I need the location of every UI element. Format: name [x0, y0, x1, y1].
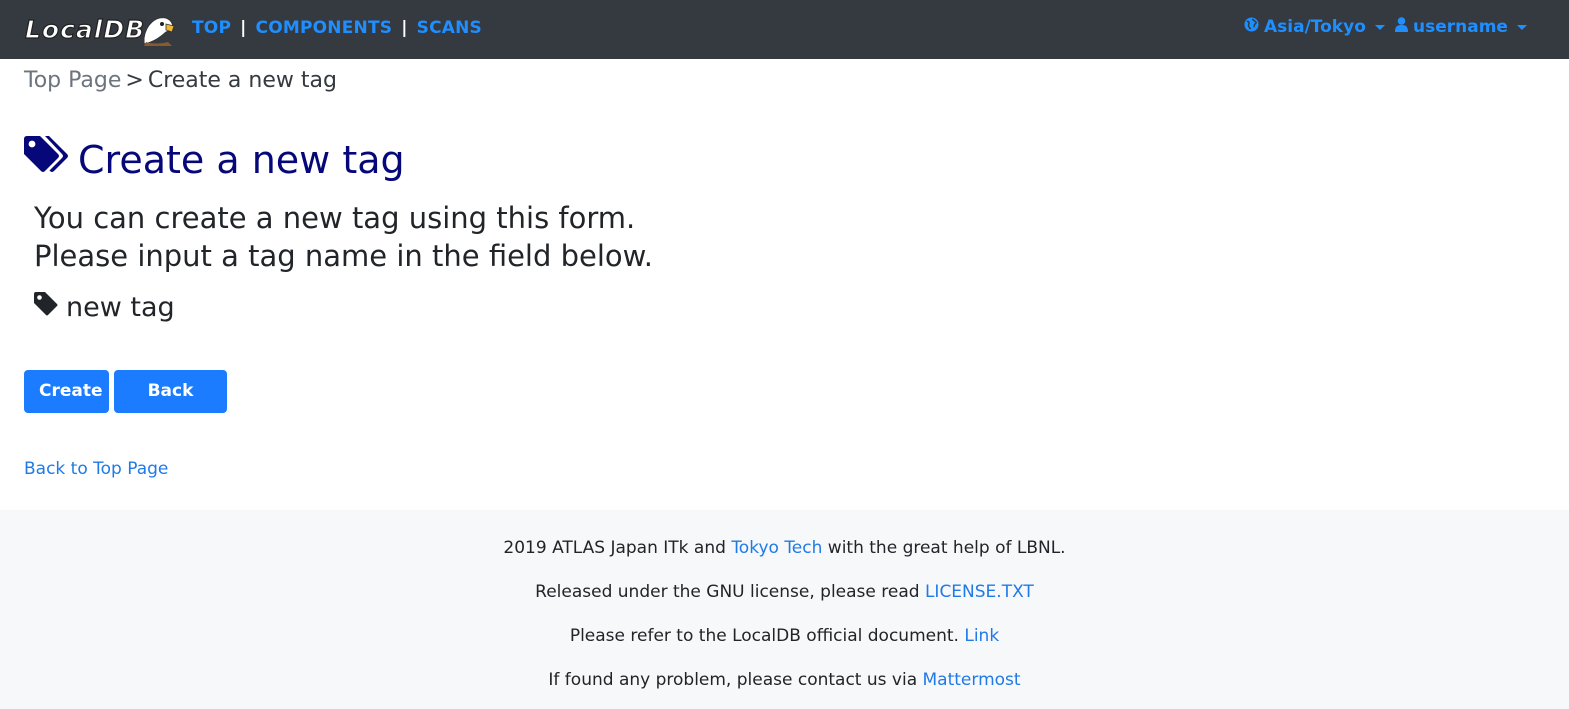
tag-name-value[interactable]: new tag [66, 292, 175, 323]
description-line: Please input a tag name in the field bel… [34, 239, 653, 273]
breadcrumb-top-page-link[interactable]: Top Page [24, 68, 121, 93]
timezone-dropdown[interactable]: Asia/Tokyo [1244, 17, 1385, 37]
footer-docs: Please refer to the LocalDB official doc… [0, 626, 1569, 646]
description-line: You can create a new tag using this form… [34, 201, 636, 235]
docs-link[interactable]: Link [964, 626, 999, 646]
nav-components-link[interactable]: COMPONENTS [256, 18, 393, 38]
chevron-down-icon [1516, 24, 1527, 30]
main-nav: TOP | COMPONENTS | SCANS [192, 18, 482, 38]
navbar: LocalDB TOP | COMPONENTS | SCANS Asia/Tokyo [0, 0, 1569, 59]
footer-contact: If found any problem, please contact us … [0, 670, 1569, 690]
svg-text:LocalDB: LocalDB [25, 15, 145, 44]
description: You can create a new tag using this form… [34, 199, 653, 275]
user-dropdown[interactable]: username [1395, 17, 1527, 37]
tags-icon [24, 136, 78, 183]
tag-icon [34, 292, 66, 323]
footer-text: 2019 ATLAS Japan ITk and [503, 538, 732, 558]
footer-text: Released under the GNU license, please r… [535, 582, 925, 602]
back-page-button[interactable]: Back page [114, 370, 227, 444]
tag-name-field[interactable]: new tag [34, 292, 175, 323]
user-icon [1395, 17, 1413, 37]
mattermost-link[interactable]: Mattermost [923, 670, 1021, 690]
breadcrumb-separator: > [125, 68, 144, 93]
footer: 2019 ATLAS Japan ITk and Tokyo Tech with… [0, 510, 1569, 709]
create-button[interactable]: Create [24, 370, 109, 413]
footer-text: with the great help of LBNL. [822, 538, 1066, 558]
license-link[interactable]: LICENSE.TXT [925, 582, 1034, 602]
nav-top-link[interactable]: TOP [192, 18, 231, 38]
localdb-logo[interactable]: LocalDB [24, 12, 175, 46]
page-title: Create a new tag [24, 136, 405, 183]
page-title-text: Create a new tag [78, 137, 405, 182]
breadcrumb: Top Page > Create a new tag [24, 68, 337, 93]
footer-license: Released under the GNU license, please r… [0, 582, 1569, 602]
back-to-top-page-link[interactable]: Back to Top Page [24, 459, 168, 479]
footer-text: If found any problem, please contact us … [548, 670, 923, 690]
breadcrumb-current: Create a new tag [147, 68, 337, 93]
chevron-down-icon [1374, 24, 1385, 30]
tokyo-tech-link[interactable]: Tokyo Tech [731, 538, 822, 558]
timezone-label: Asia/Tokyo [1264, 17, 1366, 37]
footer-copyright: 2019 ATLAS Japan ITk and Tokyo Tech with… [0, 538, 1569, 558]
nav-separator: | [240, 18, 247, 38]
globe-icon [1244, 17, 1264, 37]
username-label: username [1413, 17, 1508, 37]
nav-scans-link[interactable]: SCANS [417, 18, 482, 38]
footer-text: Please refer to the LocalDB official doc… [569, 626, 965, 646]
nav-separator: | [401, 18, 408, 38]
